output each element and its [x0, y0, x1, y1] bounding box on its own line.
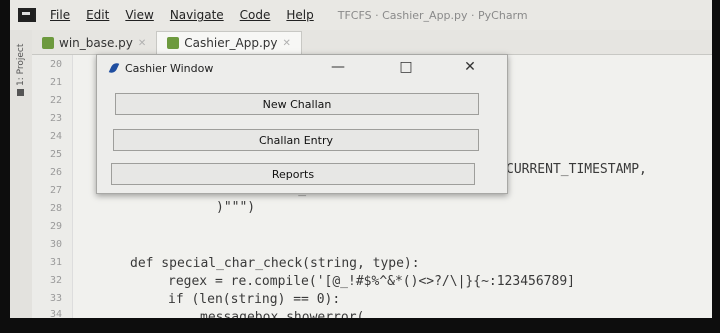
menu-file[interactable]: File: [50, 8, 70, 22]
line-number: 22: [49, 95, 62, 106]
menu-view[interactable]: View: [125, 8, 153, 22]
tab-label: Cashier_App.py: [184, 36, 278, 50]
pycharm-app-icon: [18, 8, 36, 22]
line-number: 28: [49, 203, 62, 214]
line-number: 29: [49, 221, 62, 232]
code-line: )"""): [216, 200, 256, 215]
line-number: 20: [49, 59, 62, 70]
line-number: 32: [49, 275, 62, 286]
line-number: 24: [49, 131, 62, 142]
minimize-icon[interactable]: —: [329, 59, 347, 75]
new-challan-button[interactable]: New Challan: [115, 93, 479, 115]
line-number: 23: [49, 113, 62, 124]
tab-win-base[interactable]: win_base.py ✕: [32, 32, 156, 54]
tool-strip: 1: Project: [10, 30, 33, 318]
close-icon[interactable]: ✕: [138, 38, 146, 49]
python-file-icon: [42, 37, 54, 49]
menu-edit[interactable]: Edit: [86, 8, 109, 22]
line-number: 21: [49, 77, 62, 88]
dialog-titlebar[interactable]: Cashier Window: [97, 55, 507, 81]
code-line: if (len(string) == 0):: [168, 292, 341, 307]
code-line: messagebox.showerror(: [200, 310, 365, 318]
menu-help[interactable]: Help: [286, 8, 313, 22]
reports-button[interactable]: Reports: [111, 163, 475, 185]
cashier-window-dialog: Cashier Window — □ ✕ New Challan Challan…: [96, 54, 508, 194]
dialog-title: Cashier Window: [125, 61, 214, 75]
line-number: 26: [49, 167, 62, 178]
maximize-icon[interactable]: □: [397, 59, 415, 75]
window-title: TFCFS · Cashier_App.py · PyCharm: [337, 8, 528, 22]
editor-tabs: win_base.py ✕ Cashier_App.py ✕: [32, 30, 712, 55]
project-tool-tab[interactable]: 1: Project: [14, 40, 28, 96]
close-icon[interactable]: ✕: [283, 38, 291, 49]
line-number: 34: [49, 309, 62, 318]
python-file-icon: [167, 37, 180, 49]
project-tab-label: 1: Project: [16, 43, 26, 86]
tab-label: win_base.py: [59, 36, 133, 50]
pycharm-window: File Edit View Navigate Code Help TFCFS …: [10, 0, 712, 318]
code-line: regex = re.compile('[@_!#$%^&*()<>?/\|}{…: [168, 274, 575, 289]
line-number: 25: [49, 149, 62, 160]
menu-code[interactable]: Code: [240, 8, 271, 22]
menu-navigate[interactable]: Navigate: [170, 8, 224, 22]
line-number: 30: [49, 239, 62, 250]
line-number: 27: [49, 185, 62, 196]
code-line: def special_char_check(string, type):: [130, 256, 420, 271]
menu-bar: File Edit View Navigate Code Help TFCFS …: [10, 0, 712, 30]
code-line: CURRENT_TIMESTAMP,: [506, 162, 647, 177]
feather-icon: [108, 61, 120, 75]
folder-icon: [17, 89, 25, 96]
line-number: 31: [49, 257, 62, 268]
challan-entry-button[interactable]: Challan Entry: [113, 129, 479, 151]
close-icon[interactable]: ✕: [461, 59, 479, 75]
tab-cashier-app[interactable]: Cashier_App.py ✕: [156, 31, 302, 54]
